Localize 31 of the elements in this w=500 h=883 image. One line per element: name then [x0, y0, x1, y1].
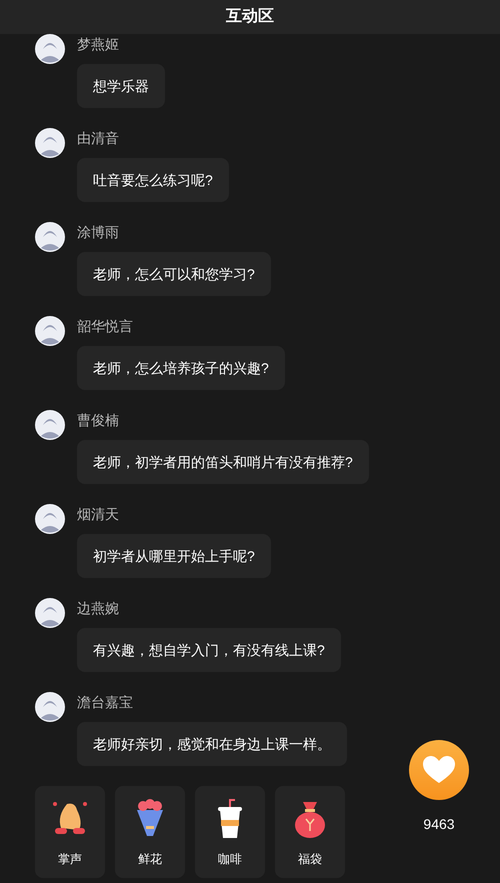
chat-bubble: 老师好亲切，感觉和在身边上课一样。: [77, 722, 347, 766]
chat-bubble: 想学乐器: [77, 64, 165, 108]
avatar-icon: [35, 410, 65, 440]
user-name: 烟清天: [77, 505, 120, 524]
avatar-icon: [35, 128, 65, 158]
user-name: 涂博雨: [77, 223, 120, 242]
chat-bubble: 老师，怎么可以和您学习?: [77, 252, 271, 296]
chat-bubble: 吐音要怎么练习呢?: [77, 158, 229, 202]
chat-bubble: 老师，怎么培养孩子的兴趣?: [77, 346, 285, 390]
user-name: 由清音: [77, 129, 120, 148]
gift-button[interactable]: 掌声: [35, 786, 105, 878]
user-name: 曹俊楠: [77, 411, 120, 430]
header-title: 互动区: [226, 7, 274, 27]
avatar-icon: [35, 504, 65, 534]
avatar-icon: [35, 34, 65, 64]
user-name: 韶华悦言: [77, 317, 134, 336]
avatar-icon: [35, 316, 65, 346]
avatar-icon: [35, 692, 65, 722]
avatar-icon: [35, 222, 65, 252]
avatar-icon: [35, 598, 65, 628]
user-name: 澹台嘉宝: [77, 693, 134, 712]
like-count: 9463: [423, 815, 455, 834]
user-name: 梦燕姬: [77, 35, 120, 54]
user-name: 边燕婉: [77, 599, 120, 618]
chat-bubble: 有兴趣，想自学入门，有没有线上课?: [77, 628, 341, 672]
gift-button[interactable]: 鲜花: [115, 786, 185, 878]
gift-button[interactable]: 咖啡: [195, 786, 265, 878]
chat-bubble: 初学者从哪里开始上手呢?: [77, 534, 271, 578]
heart-icon: [423, 756, 455, 784]
gift-button[interactable]: 福袋: [275, 786, 345, 878]
chat-bubble: 老师，初学者用的笛头和哨片有没有推荐?: [77, 440, 369, 484]
